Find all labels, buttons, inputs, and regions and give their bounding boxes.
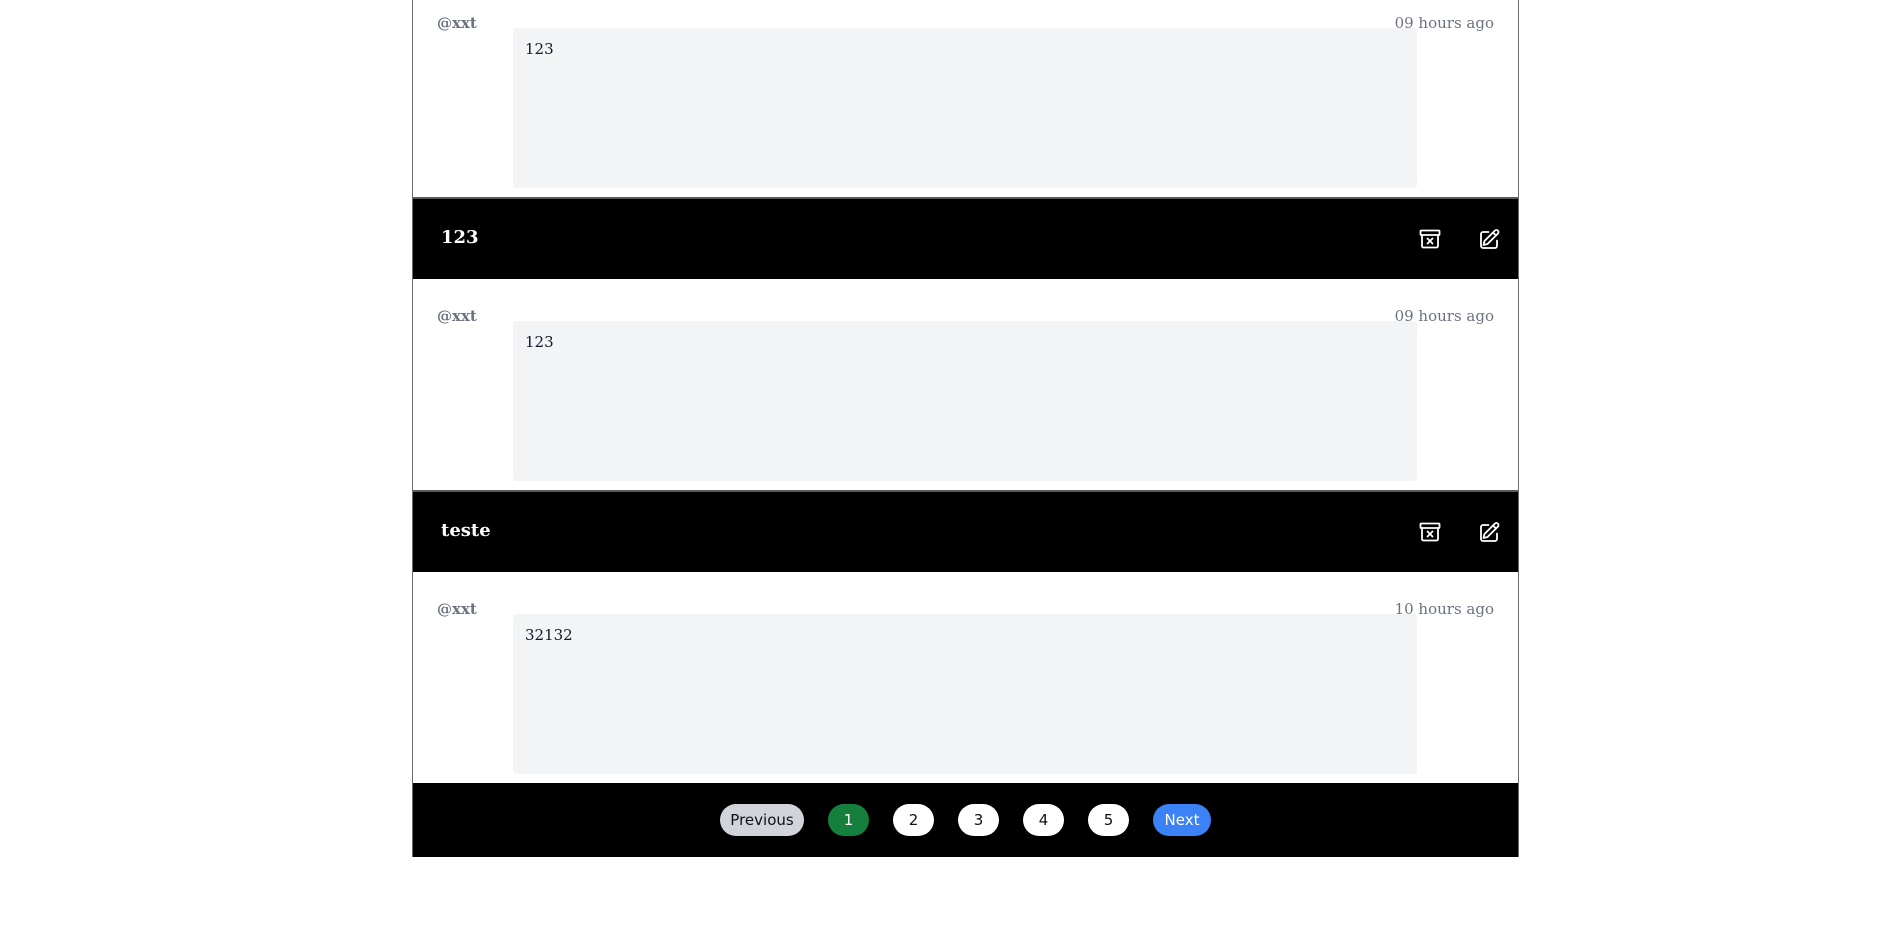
post-author[interactable]: @xxt	[437, 14, 477, 32]
page-button-3[interactable]: 3	[958, 804, 999, 836]
archive-button[interactable]	[1416, 518, 1444, 546]
post-content: 123	[513, 28, 1417, 188]
page-button-5[interactable]: 5	[1088, 804, 1129, 836]
post-content: 32132	[513, 614, 1417, 774]
post-author[interactable]: @xxt	[437, 600, 477, 618]
post-body: @xxt 09 hours ago 123	[413, 279, 1518, 490]
post-list: @xxt 09 hours ago 123 123 @xxt 09 hours …	[412, 0, 1519, 857]
edit-button[interactable]	[1476, 518, 1504, 546]
next-page-button[interactable]: Next	[1153, 804, 1211, 836]
pencil-square-icon	[1480, 522, 1500, 542]
post-content: 123	[513, 321, 1417, 481]
previous-page-button[interactable]: Previous	[720, 804, 804, 836]
edit-button[interactable]	[1476, 225, 1504, 253]
post-title: 123	[441, 227, 479, 248]
pagination: Previous 1 2 3 4 5 Next	[413, 783, 1518, 857]
page-button-4[interactable]: 4	[1023, 804, 1064, 836]
post-body: @xxt 09 hours ago 123	[413, 0, 1518, 197]
post-header: teste	[413, 490, 1518, 572]
post-author[interactable]: @xxt	[437, 307, 477, 325]
page-button-2[interactable]: 2	[893, 804, 934, 836]
pencil-square-icon	[1480, 229, 1500, 249]
page-button-1[interactable]: 1	[828, 804, 869, 836]
archive-box-x-icon	[1419, 522, 1441, 542]
archive-button[interactable]	[1416, 225, 1444, 253]
archive-box-x-icon	[1419, 229, 1441, 249]
post-header: 123	[413, 197, 1518, 279]
post-body: @xxt 10 hours ago 32132	[413, 572, 1518, 783]
post-title: teste	[441, 520, 491, 541]
